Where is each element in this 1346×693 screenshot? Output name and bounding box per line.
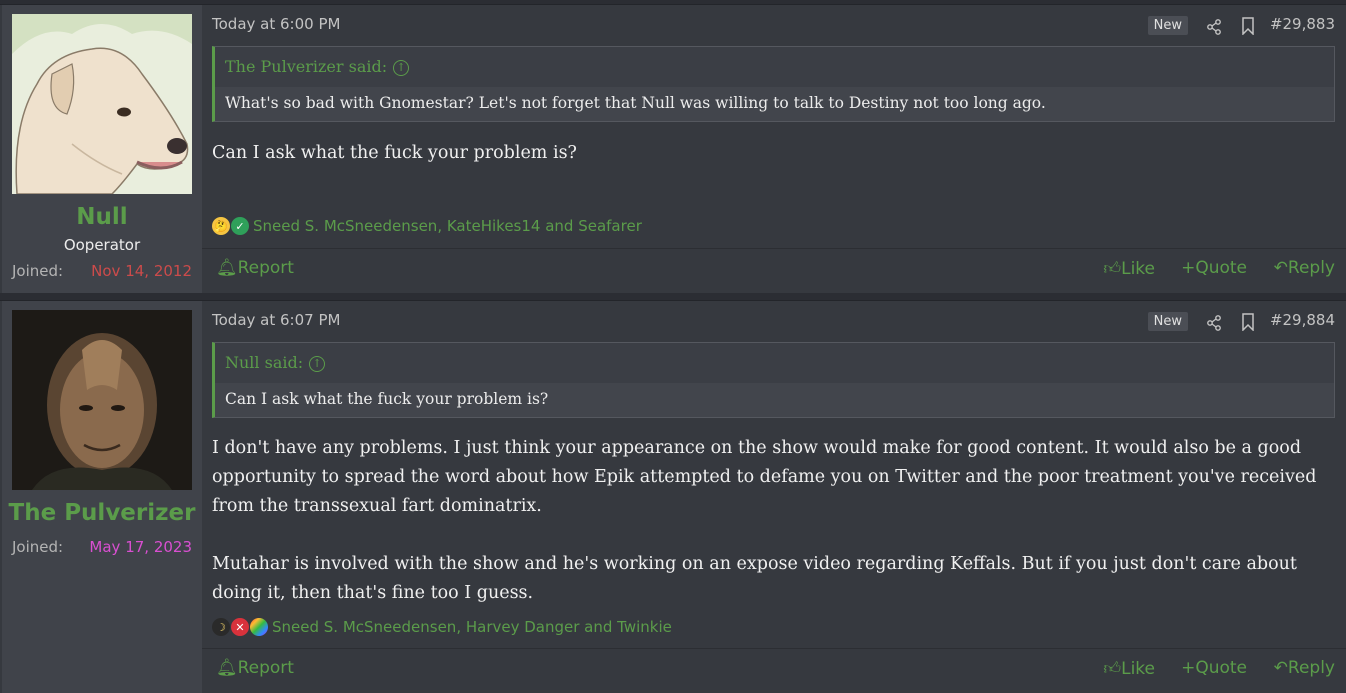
quote-text: Can I ask what the fuck your problem is? [215, 383, 1334, 417]
reactions-bar[interactable]: 🤔 ✓ Sneed S. McSneedensen, KateHikes14 a… [212, 215, 642, 237]
new-badge: New [1147, 16, 1188, 35]
report-label: Report [237, 258, 294, 278]
thumbs-up-icon: 👍︎ [1103, 659, 1122, 679]
reply-label: Reply [1287, 658, 1335, 678]
user-sidebar: The Pulverizer Joined: May 17, 2023 [2, 301, 202, 693]
quote-author-text[interactable]: Null said: [225, 353, 303, 372]
post-paragraph: Mutahar is involved with the show and he… [212, 554, 1297, 603]
quote-button[interactable]: +Quote [1181, 258, 1247, 278]
reply-label: Reply [1287, 258, 1335, 278]
avatar[interactable] [12, 310, 192, 490]
report-button[interactable]: 🔔︎Report [216, 258, 294, 278]
joined-label: Joined: [12, 538, 64, 556]
reply-icon: ↶ [1273, 258, 1288, 278]
report-button[interactable]: 🔔︎Report [216, 658, 294, 678]
quote-author[interactable]: The Pulverizer said: ↑ [215, 47, 1334, 87]
quote-block: Null said: ↑ Can I ask what the fuck your… [212, 342, 1335, 418]
bookmark-icon[interactable] [1241, 15, 1255, 36]
new-badge: New [1147, 312, 1188, 331]
bell-icon: 🔔︎ [216, 258, 238, 278]
post-paragraph: I don't have any problems. I just think … [212, 438, 1317, 516]
reaction-names[interactable]: Sneed S. McSneedensen, Harvey Danger and… [272, 618, 672, 636]
share-icon[interactable] [1206, 16, 1222, 35]
post-number[interactable]: #29,884 [1270, 311, 1335, 329]
post-footer: 🔔︎Report 👍︎Like +Quote ↶Reply [202, 648, 1346, 693]
post-timestamp[interactable]: Today at 6:00 PM [212, 15, 340, 33]
quote-label: Quote [1195, 258, 1247, 278]
reactions-bar[interactable]: ☽ ✕ Sneed S. McSneedensen, Harvey Danger… [212, 616, 672, 638]
arrow-up-icon[interactable]: ↑ [393, 59, 410, 76]
thumbs-up-icon: 👍︎ [1103, 259, 1122, 279]
rainbow-icon [250, 618, 268, 636]
post-main: Today at 6:07 PM New #29,884 Null said: ↑… [202, 301, 1346, 693]
plus-icon: + [1181, 658, 1196, 678]
quote-author[interactable]: Null said: ↑ [215, 343, 1334, 383]
share-icon[interactable] [1206, 312, 1222, 331]
reply-button[interactable]: ↶Reply [1274, 258, 1335, 278]
post-paragraph: Can I ask what the fuck your problem is? [212, 143, 577, 163]
reaction-names[interactable]: Sneed S. McSneedensen, KateHikes14 and S… [253, 217, 642, 235]
post-29883: Null Ooperator Joined: Nov 14, 2012 Toda… [0, 4, 1346, 293]
thinking-icon: 🤔 [212, 217, 230, 235]
post-paragraph [212, 521, 1336, 550]
user-sidebar: Null Ooperator Joined: Nov 14, 2012 [2, 5, 202, 293]
joined-date: Nov 14, 2012 [91, 262, 192, 280]
report-label: Report [237, 658, 294, 678]
like-label: Like [1121, 659, 1155, 679]
quote-block: The Pulverizer said: ↑ What's so bad with… [212, 46, 1335, 122]
reply-button[interactable]: ↶Reply [1274, 658, 1335, 678]
moon-icon: ☽ [212, 618, 230, 636]
post-timestamp[interactable]: Today at 6:07 PM [212, 311, 340, 329]
post-29884: The Pulverizer Joined: May 17, 2023 Toda… [0, 300, 1346, 693]
check-icon: ✓ [231, 217, 249, 235]
quote-text: What's so bad with Gnomestar? Let's not … [215, 87, 1334, 121]
plus-icon: + [1181, 258, 1196, 278]
joined-date: May 17, 2023 [89, 538, 192, 556]
like-button[interactable]: 👍︎Like [1103, 258, 1155, 279]
reply-icon: ↶ [1273, 658, 1288, 678]
post-body: Can I ask what the fuck your problem is? [212, 139, 1336, 168]
user-title: Ooperator [63, 236, 141, 254]
x-icon: ✕ [231, 618, 249, 636]
username[interactable]: Null [2, 204, 202, 230]
avatar[interactable] [12, 14, 192, 194]
quote-label: Quote [1195, 658, 1247, 678]
like-label: Like [1121, 259, 1155, 279]
arrow-up-icon[interactable]: ↑ [309, 355, 326, 372]
like-button[interactable]: 👍︎Like [1103, 658, 1155, 679]
bookmark-icon[interactable] [1241, 311, 1255, 332]
username[interactable]: The Pulverizer [2, 500, 202, 526]
post-number[interactable]: #29,883 [1270, 15, 1335, 33]
post-footer: 🔔︎Report 👍︎Like +Quote ↶Reply [202, 248, 1346, 293]
quote-button[interactable]: +Quote [1181, 658, 1247, 678]
post-main: Today at 6:00 PM New #29,883 The Pulveri… [202, 5, 1346, 293]
joined-label: Joined: [12, 262, 64, 280]
quote-author-text[interactable]: The Pulverizer said: [225, 57, 387, 76]
post-body: I don't have any problems. I just think … [212, 434, 1336, 608]
bell-icon: 🔔︎ [216, 658, 238, 678]
